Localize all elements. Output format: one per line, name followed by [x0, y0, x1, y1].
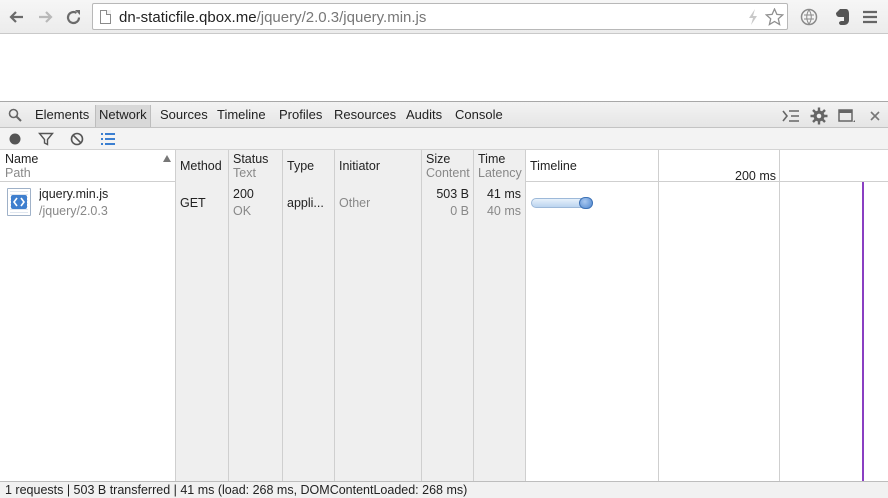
request-latency: 40 ms: [486, 204, 521, 218]
extension-evernote-icon[interactable]: [831, 6, 853, 28]
header-method[interactable]: Method: [180, 159, 222, 173]
timeline-gridline: [658, 150, 659, 481]
browser-toolbar: dn-staticfile.qbox.me/jquery/2.0.3/jquer…: [0, 0, 888, 34]
request-method: GET: [180, 196, 206, 210]
timeline-receiving-marker: [579, 197, 593, 209]
column-divider[interactable]: [228, 150, 229, 481]
request-status-text: OK: [233, 204, 252, 218]
reload-icon[interactable]: [61, 5, 85, 29]
page-icon: [100, 10, 111, 24]
header-status[interactable]: Status: [233, 152, 268, 166]
request-path: /jquery/2.0.3: [39, 204, 108, 218]
tab-elements[interactable]: Elements: [32, 105, 92, 127]
header-path[interactable]: Path: [5, 166, 31, 180]
column-divider[interactable]: [473, 150, 474, 481]
show-drawer-icon[interactable]: [781, 106, 801, 126]
tab-network[interactable]: Network: [95, 105, 151, 127]
header-content[interactable]: Content: [426, 166, 471, 180]
lightning-icon[interactable]: [747, 8, 759, 31]
back-arrow-icon[interactable]: [5, 5, 29, 29]
devtools-tab-bar: Elements Network Sources Timeline Profil…: [0, 101, 888, 128]
bookmark-star-icon[interactable]: [764, 7, 785, 31]
column-divider[interactable]: [334, 150, 335, 481]
request-name[interactable]: jquery.min.js: [39, 186, 108, 202]
tab-profiles[interactable]: Profiles: [276, 105, 325, 127]
tab-timeline[interactable]: Timeline: [214, 105, 269, 127]
request-status-code: 200: [233, 187, 254, 201]
extension-globe-icon[interactable]: [798, 6, 820, 28]
record-icon[interactable]: [7, 131, 23, 147]
header-timeline[interactable]: Timeline: [530, 159, 577, 173]
column-divider[interactable]: [421, 150, 422, 481]
request-size: 503 B: [436, 187, 469, 201]
menu-icon[interactable]: [859, 6, 881, 28]
timeline-scale-label: 200 ms: [735, 169, 776, 183]
network-controls-bar: [0, 128, 888, 150]
dock-side-icon[interactable]: [837, 106, 857, 126]
tab-audits[interactable]: Audits: [403, 105, 445, 127]
request-time: 41 ms: [486, 187, 521, 201]
tab-console[interactable]: Console: [452, 105, 506, 127]
timeline-gridline: [779, 150, 780, 481]
search-icon[interactable]: [8, 108, 22, 122]
request-initiator: Other: [339, 196, 371, 210]
column-divider[interactable]: [175, 150, 176, 481]
column-divider[interactable]: [282, 150, 283, 481]
load-event-line: [862, 182, 864, 481]
close-devtools-icon[interactable]: [865, 106, 885, 126]
header-type[interactable]: Type: [287, 159, 314, 173]
url-path: /jquery/2.0.3/jquery.min.js: [256, 9, 427, 26]
header-size[interactable]: Size: [426, 152, 471, 166]
header-time[interactable]: Time: [478, 152, 505, 166]
header-initiator[interactable]: Initiator: [339, 159, 380, 173]
tab-sources[interactable]: Sources: [157, 105, 211, 127]
header-text[interactable]: Text: [233, 166, 256, 180]
script-file-icon: [7, 188, 31, 216]
large-rows-icon[interactable]: [100, 131, 116, 147]
filter-icon[interactable]: [38, 131, 54, 147]
network-summary: 1 requests | 503 B transferred | 41 ms (…: [0, 481, 888, 498]
address-bar[interactable]: dn-staticfile.qbox.me/jquery/2.0.3/jquer…: [92, 3, 788, 30]
url-text[interactable]: dn-staticfile.qbox.me/jquery/2.0.3/jquer…: [119, 9, 426, 26]
header-name[interactable]: Name: [5, 152, 38, 166]
column-divider[interactable]: [525, 150, 526, 481]
url-host: dn-staticfile.qbox.me: [119, 9, 257, 26]
header-latency[interactable]: Latency: [478, 166, 522, 180]
forward-arrow-icon[interactable]: [33, 5, 57, 29]
sort-ascending-icon: [163, 155, 171, 162]
settings-gear-icon[interactable]: [809, 106, 829, 126]
clear-icon[interactable]: [69, 131, 85, 147]
request-content-size: 0 B: [450, 204, 469, 218]
request-type: appli...: [287, 196, 324, 210]
tab-resources[interactable]: Resources: [331, 105, 399, 127]
